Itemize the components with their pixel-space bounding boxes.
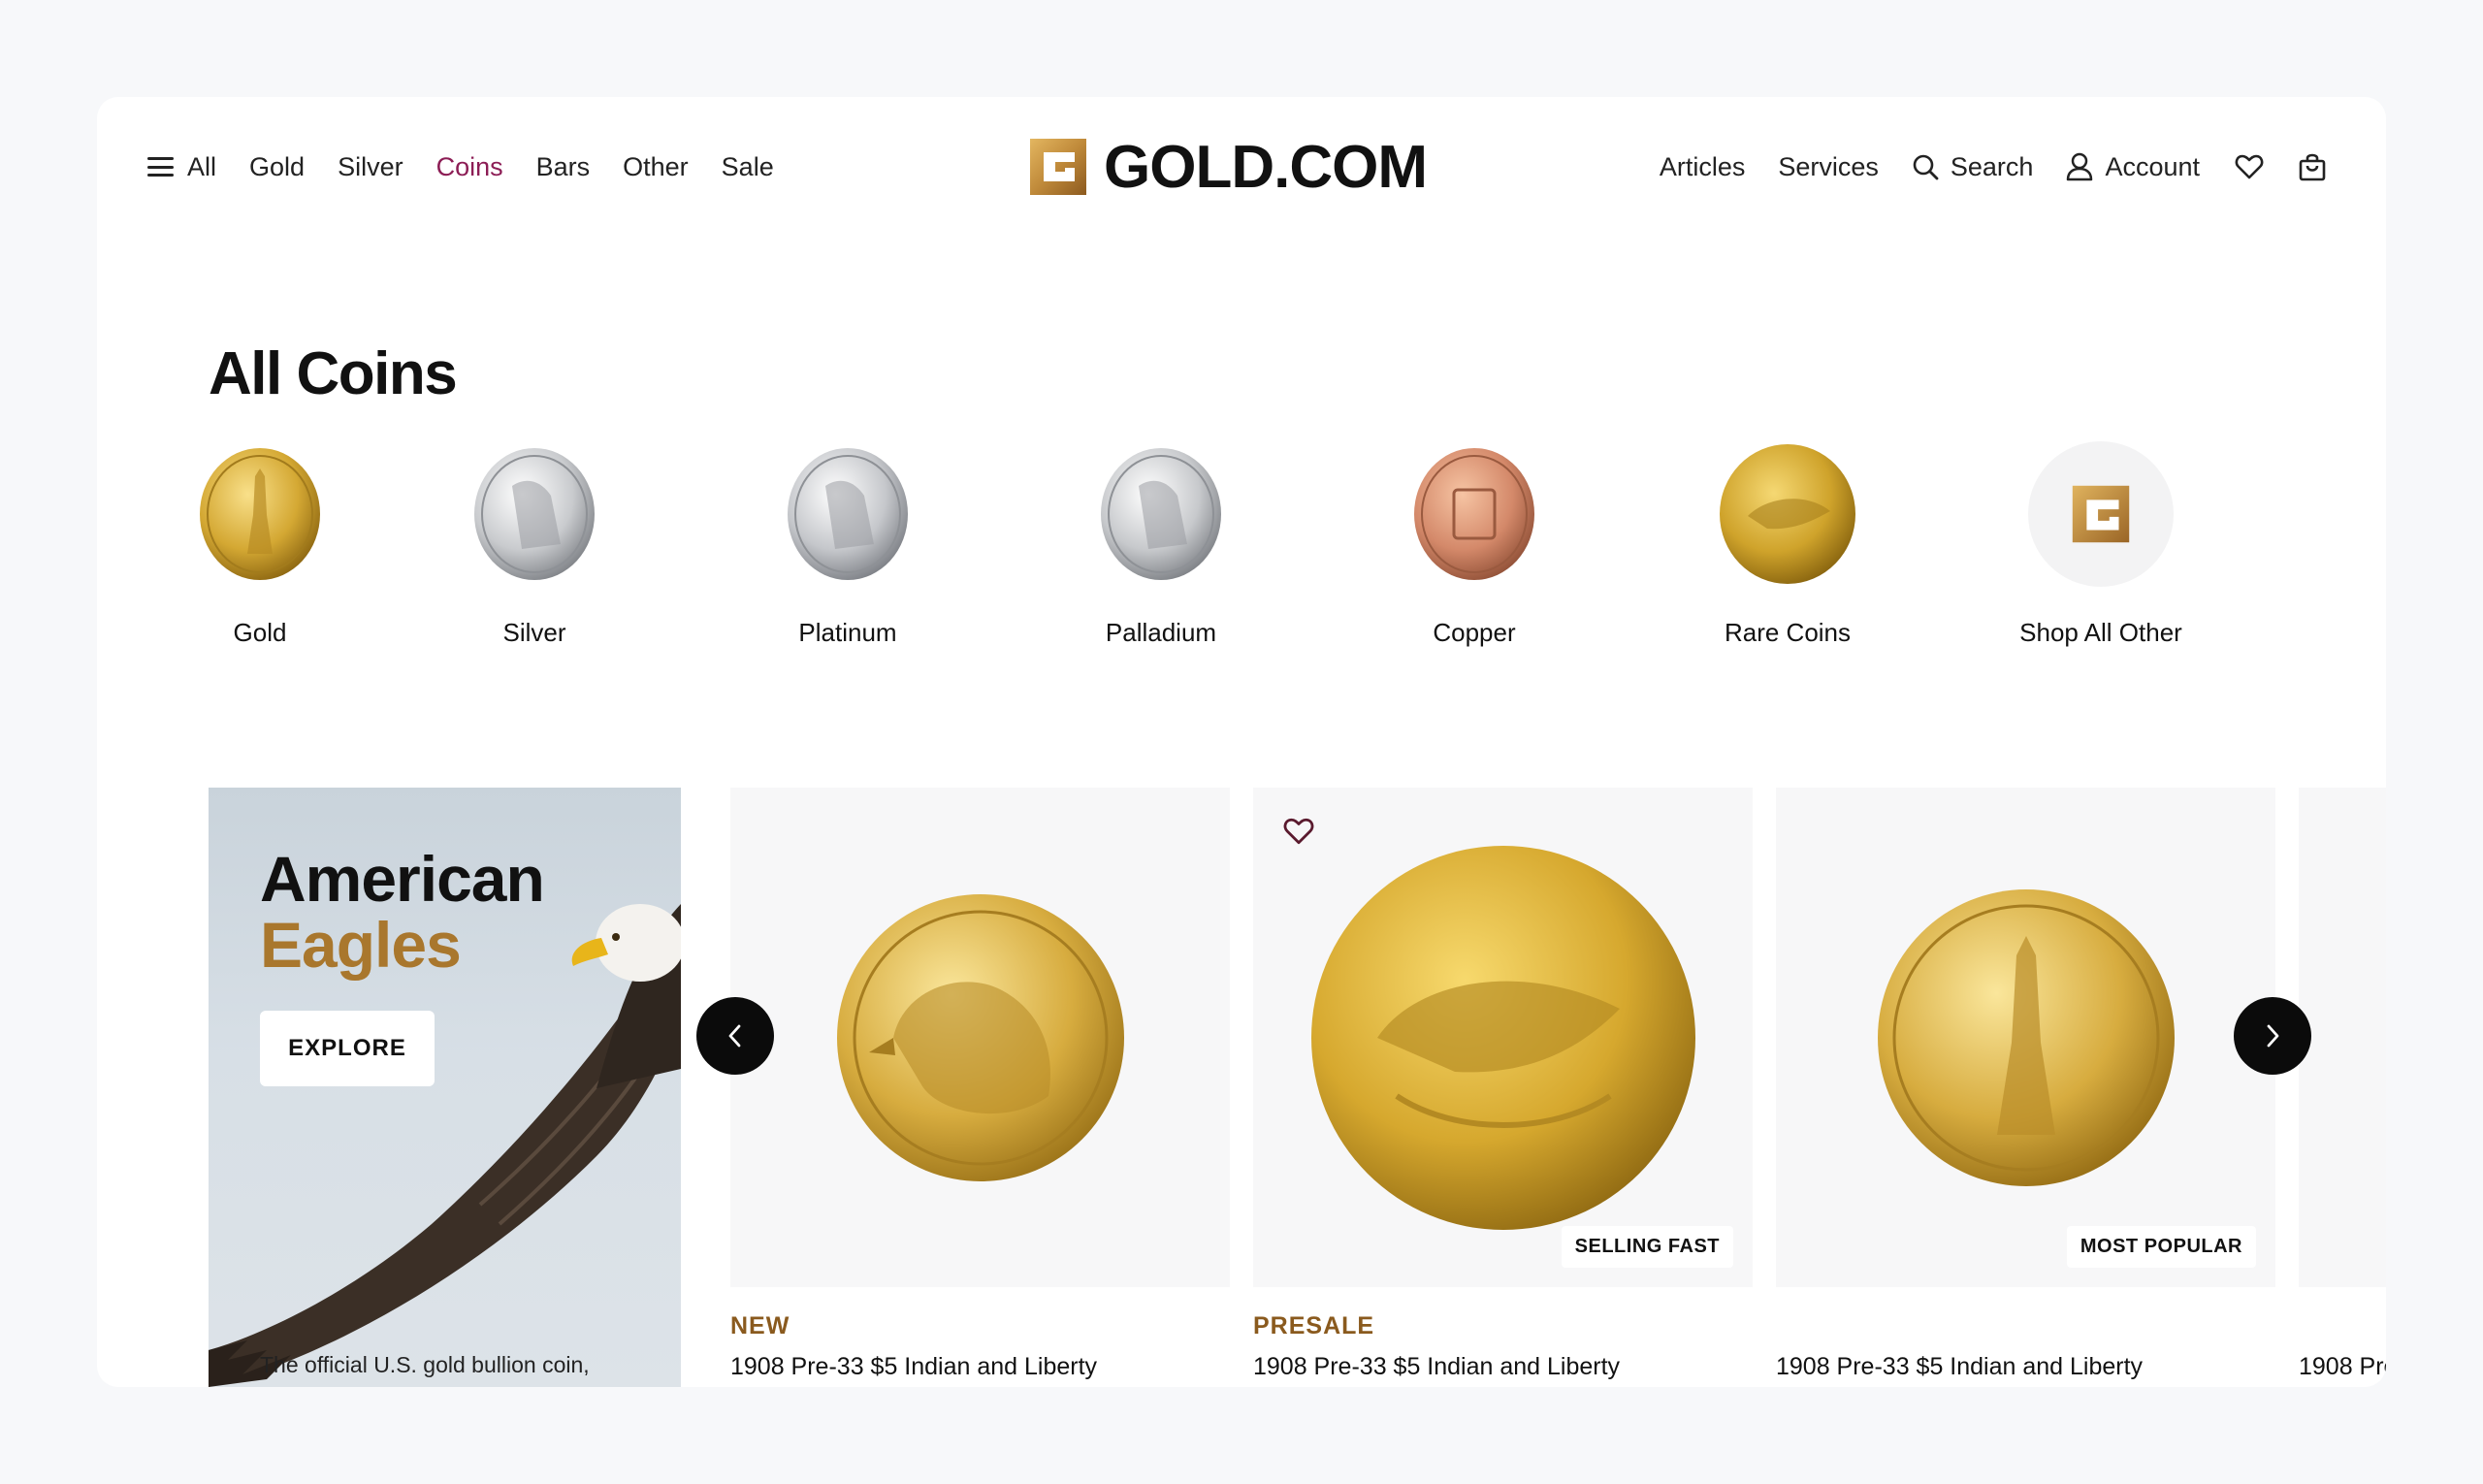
heart-icon bbox=[2235, 154, 2264, 179]
logo-text: GOLD.COM bbox=[1104, 133, 1428, 201]
gold-logo-icon bbox=[1030, 139, 1086, 195]
copper-coin-thumb bbox=[1402, 441, 1547, 587]
page-container: All Gold Silver Coins Bars Other Sale GO… bbox=[97, 97, 2386, 1387]
category-rare-coins[interactable]: Rare Coins bbox=[1671, 441, 1904, 648]
search-label: Search bbox=[1950, 151, 2034, 181]
product-name: 1908 Pre-33 $5 Indian and Liberty bbox=[1776, 1353, 2144, 1380]
product-card[interactable]: MOST POPULAR 1908 Pre-33 $5 Indian and L… bbox=[1776, 788, 2275, 1387]
palladium-coin-icon bbox=[1101, 448, 1221, 580]
rare-coin-thumb bbox=[1715, 441, 1860, 587]
category-copper[interactable]: Copper bbox=[1358, 441, 1591, 648]
chevron-right-icon bbox=[2267, 1024, 2279, 1048]
product-tag: PRESALE bbox=[1253, 1312, 1375, 1339]
heart-icon[interactable] bbox=[1282, 817, 1315, 846]
category-label: Rare Coins bbox=[1724, 618, 1852, 647]
nav-gold[interactable]: Gold bbox=[249, 152, 305, 182]
product-card[interactable]: 1908 Pre-33 $5 Indian and Liberty bbox=[2299, 788, 2386, 1387]
carousel-prev-button[interactable] bbox=[696, 997, 774, 1075]
product-card[interactable]: NEW 1908 Pre-33 $5 Indian and Liberty bbox=[730, 788, 1230, 1387]
status-badge: MOST POPULAR bbox=[2066, 1226, 2256, 1268]
nav-services[interactable]: Services bbox=[1778, 152, 1879, 182]
category-label: Silver bbox=[502, 618, 566, 647]
shop-all-thumb bbox=[2028, 441, 2174, 587]
gold-coin-thumb bbox=[187, 441, 333, 587]
liberty-coin-image bbox=[1877, 888, 2175, 1186]
nav-all[interactable]: All bbox=[147, 152, 216, 182]
product-image: SELLING FAST bbox=[1253, 788, 1753, 1287]
gold-coin-icon bbox=[200, 448, 320, 580]
product-image: MOST POPULAR bbox=[1776, 788, 2275, 1287]
category-label: Shop All Other bbox=[2019, 618, 2182, 647]
copper-coin-icon bbox=[1414, 448, 1534, 580]
rare-coin-icon bbox=[1720, 444, 1855, 584]
bag-icon bbox=[2299, 153, 2326, 181]
nav-articles[interactable]: Articles bbox=[1660, 152, 1746, 182]
product-name: 1908 Pre-33 $5 Indian and Liberty bbox=[730, 1353, 1098, 1380]
category-gold[interactable]: Gold bbox=[144, 441, 376, 648]
site-header: All Gold Silver Coins Bars Other Sale GO… bbox=[97, 97, 2386, 233]
promo-title: American Eagles bbox=[260, 843, 545, 981]
product-tag bbox=[2299, 1312, 2386, 1341]
promo-caption: The official U.S. gold bullion coin, bbox=[260, 1352, 590, 1377]
product-card[interactable]: SELLING FAST PRESALE 1908 Pre-33 $5 Indi… bbox=[1253, 788, 1753, 1387]
american-eagles-promo[interactable]: American Eagles EXPLORE The official U.S… bbox=[209, 788, 681, 1387]
account-button[interactable]: Account bbox=[2066, 152, 2200, 182]
product-tag: NEW bbox=[730, 1312, 790, 1339]
palladium-coin-thumb bbox=[1088, 441, 1234, 587]
search-button[interactable]: Search bbox=[1912, 151, 2034, 182]
category-label: Platinum bbox=[798, 618, 897, 647]
silver-coin-thumb bbox=[462, 441, 607, 587]
nav-all-label: All bbox=[187, 151, 217, 181]
category-shop-all-other[interactable]: Shop All Other bbox=[1984, 441, 2217, 648]
gold-eagle-coin-image bbox=[836, 893, 1124, 1181]
category-palladium[interactable]: Palladium bbox=[1045, 441, 1277, 648]
primary-nav: All Gold Silver Coins Bars Other Sale bbox=[147, 147, 807, 186]
cart-button[interactable] bbox=[2299, 152, 2338, 181]
double-eagle-coin-image bbox=[1310, 845, 1695, 1230]
silver-coin-icon bbox=[474, 448, 595, 580]
platinum-coin-icon bbox=[788, 448, 908, 580]
carousel-next-button[interactable] bbox=[2234, 997, 2311, 1075]
product-name: 1908 Pre-33 $5 Indian and Liberty bbox=[1253, 1353, 1621, 1380]
search-icon bbox=[1913, 154, 1939, 180]
chevron-left-icon bbox=[728, 1024, 741, 1048]
site-logo[interactable]: GOLD.COM bbox=[1030, 134, 1428, 201]
nav-bars[interactable]: Bars bbox=[536, 152, 591, 182]
nav-other[interactable]: Other bbox=[623, 152, 689, 182]
promo-title-line2: Eagles bbox=[260, 909, 462, 981]
product-tag bbox=[1776, 1312, 2275, 1341]
category-label: Copper bbox=[1433, 618, 1516, 647]
page-title: All Coins bbox=[209, 340, 458, 407]
promo-title-line1: American bbox=[260, 843, 545, 915]
status-badge: SELLING FAST bbox=[1561, 1226, 1733, 1268]
nav-coins[interactable]: Coins bbox=[436, 152, 503, 182]
wishlist-button[interactable] bbox=[2235, 153, 2275, 180]
account-label: Account bbox=[2105, 151, 2200, 181]
product-name: 1908 Pre-33 $5 Indian and Liberty bbox=[2299, 1353, 2386, 1380]
nav-silver[interactable]: Silver bbox=[338, 152, 403, 182]
category-silver[interactable]: Silver bbox=[418, 441, 651, 648]
menu-icon bbox=[147, 157, 174, 177]
platinum-coin-thumb bbox=[775, 441, 920, 587]
category-platinum[interactable]: Platinum bbox=[731, 441, 964, 648]
secondary-nav: Articles Services Search Account bbox=[1627, 147, 2338, 186]
gold-logo-icon bbox=[2028, 441, 2174, 587]
category-label: Gold bbox=[233, 618, 287, 647]
product-image bbox=[2299, 788, 2386, 1287]
explore-button[interactable]: EXPLORE bbox=[260, 1011, 435, 1086]
user-icon bbox=[2067, 152, 2093, 181]
product-image bbox=[730, 788, 1230, 1287]
category-label: Palladium bbox=[1105, 618, 1217, 647]
nav-sale[interactable]: Sale bbox=[722, 152, 774, 182]
